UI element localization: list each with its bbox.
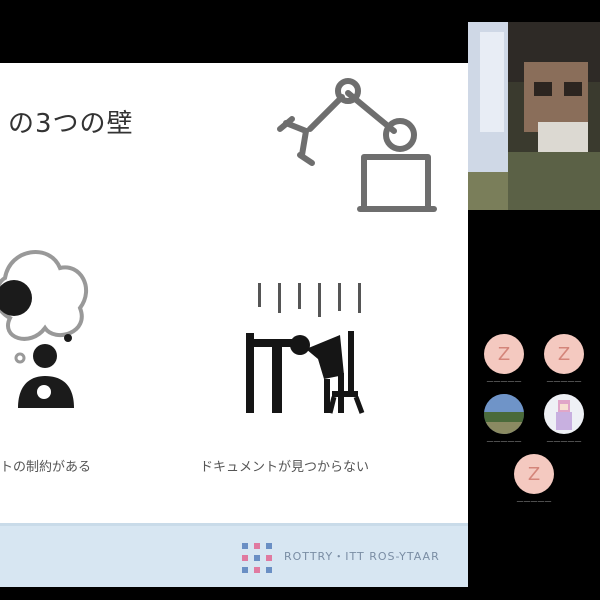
thinking-person-icon	[0, 250, 88, 408]
company-logo-icon	[242, 543, 272, 573]
footer-text: ROTTRY・ITT ROS-YTAAR	[284, 550, 440, 563]
participant-tile[interactable]: Z —————	[510, 454, 558, 505]
caption-right: ドキュメントが見つからない	[200, 460, 370, 475]
stressed-worker-icon	[246, 283, 365, 414]
participant-name: —————	[546, 377, 582, 385]
speaker-video[interactable]	[468, 22, 600, 210]
avatar	[544, 394, 584, 434]
avatar	[484, 394, 524, 434]
avatar: Z	[544, 334, 584, 374]
avatar: Z	[514, 454, 554, 494]
shared-slide: の3つの壁 トの制約がある ドキュメントが見つからない ROTTRY・ITT R…	[0, 63, 468, 587]
participant-tile[interactable]: —————	[480, 394, 528, 445]
participant-name: —————	[546, 437, 582, 445]
slide-footer: ROTTRY・ITT ROS-YTAAR	[0, 523, 468, 587]
robot-arm-icon	[277, 78, 437, 212]
character-avatar-icon	[556, 400, 572, 430]
participant-name: —————	[486, 377, 522, 385]
participant-name: —————	[486, 437, 522, 445]
participant-tile[interactable]: Z —————	[480, 334, 528, 385]
slide-title: の3つの壁	[8, 109, 134, 139]
avatar: Z	[484, 334, 524, 374]
participants-panel: Z ————— Z ————— ————— ————— Z —————	[468, 0, 600, 600]
caption-left: トの制約がある	[0, 460, 92, 475]
participant-tile[interactable]: Z —————	[540, 334, 588, 385]
meeting-screen: の3つの壁 トの制約がある ドキュメントが見つからない ROTTRY・ITT R…	[0, 0, 600, 600]
participant-tile[interactable]: —————	[540, 394, 588, 445]
landscape-avatar-icon	[484, 394, 524, 434]
participant-name: —————	[516, 497, 552, 505]
